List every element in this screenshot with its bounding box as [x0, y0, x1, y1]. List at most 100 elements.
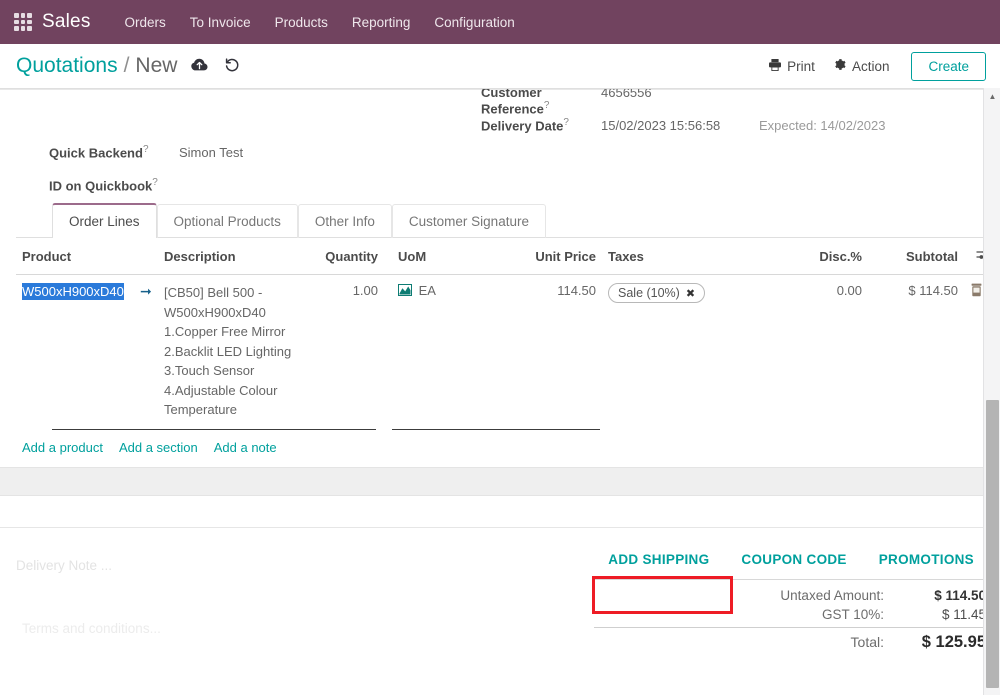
cell-unit-price[interactable]: 114.50	[506, 275, 602, 428]
footer-totals-panel: ADD SHIPPING COUPON CODE PROMOTIONS Unta…	[594, 542, 986, 654]
tab-optional-products[interactable]: Optional Products	[156, 204, 298, 238]
totals-block: Untaxed Amount: $ 114.50 GST 10%: $ 11.4…	[594, 578, 986, 654]
id-on-quickbook-label: ID on Quickbook	[49, 178, 153, 194]
add-a-product-link[interactable]: Add a product	[22, 440, 103, 455]
header-description[interactable]: Description	[158, 238, 306, 275]
add-a-note-link[interactable]: Add a note	[214, 440, 277, 455]
help-marker: ?	[142, 144, 149, 155]
sheet-footer: Delivery Note ... Terms and conditions..…	[0, 528, 1000, 654]
nav-item-orders[interactable]: Orders	[113, 9, 178, 36]
scrollbar-thumb[interactable]	[986, 400, 999, 688]
tax-badge[interactable]: Sale (10%) ✖	[608, 283, 706, 303]
table-footer-band	[0, 466, 1000, 496]
help-marker: ?	[152, 177, 158, 188]
header-unit-price[interactable]: Unit Price	[506, 238, 602, 275]
gst-value: $ 11.45	[941, 606, 986, 622]
product-input-selected-text[interactable]: W500xH900xD40	[22, 283, 124, 300]
action-label: Action	[851, 58, 890, 74]
tab-other-info[interactable]: Other Info	[297, 204, 392, 238]
cloud-upload-icon[interactable]	[191, 57, 208, 72]
help-marker: ?	[563, 117, 569, 128]
printer-icon	[768, 58, 782, 75]
header-subtotal[interactable]: Subtotal	[868, 238, 964, 275]
top-navbar: Sales Orders To Invoice Products Reporti…	[0, 0, 1000, 44]
uom-label: EA	[418, 283, 436, 298]
header-product[interactable]: Product	[16, 238, 134, 275]
cell-disc[interactable]: 0.00	[772, 275, 868, 428]
table-spacer-band	[0, 495, 1000, 528]
field-customer-reference: Customer Reference? 4656556	[481, 89, 652, 116]
action-button[interactable]: Action	[831, 54, 892, 79]
header-taxes[interactable]: Taxes	[602, 238, 772, 275]
help-marker: ?	[543, 100, 550, 111]
control-panel: Quotations / New Print Action Create	[0, 44, 1000, 89]
internal-link-arrow-icon[interactable]: ➞	[140, 283, 152, 299]
print-label: Print	[787, 58, 815, 74]
tab-customer-signature[interactable]: Customer Signature	[391, 204, 546, 238]
table-row[interactable]: W500xH900xD40 ➞ [CB50] Bell 500 - W500xH…	[16, 275, 992, 428]
notebook-tabs: Order Lines Optional Products Other Info…	[16, 203, 986, 238]
gear-icon	[833, 58, 847, 75]
delivery-note-placeholder[interactable]: Delivery Note ...	[16, 558, 594, 573]
remove-tax-icon[interactable]: ✖	[686, 287, 695, 300]
scroll-up-arrow-icon[interactable]: ▲	[984, 88, 1000, 104]
untaxed-amount-label: Untaxed Amount:	[780, 587, 884, 603]
app-brand-sales[interactable]: Sales	[42, 11, 91, 33]
customer-reference-value[interactable]: 4656556	[601, 89, 652, 100]
nav-item-configuration[interactable]: Configuration	[422, 9, 526, 36]
add-a-section-link[interactable]: Add a section	[119, 440, 198, 455]
header-quantity[interactable]: Quantity	[306, 238, 384, 275]
cell-internal-link[interactable]: ➞	[134, 275, 158, 428]
cell-description[interactable]: [CB50] Bell 500 - W500xH900xD40 1.Copper…	[158, 275, 306, 428]
cell-quantity[interactable]: 1.00	[306, 275, 384, 428]
promotions-button[interactable]: PROMOTIONS	[871, 548, 982, 571]
order-lines-body: W500xH900xD40 ➞ [CB50] Bell 500 - W500xH…	[16, 275, 992, 428]
nav-item-to-invoice[interactable]: To Invoice	[178, 9, 263, 36]
header-uom[interactable]: UoM	[384, 238, 506, 275]
table-header-row: Product Description Quantity UoM Unit Pr…	[16, 238, 992, 275]
quick-backend-value[interactable]: Simon Test	[179, 145, 243, 160]
coupon-code-button[interactable]: COUPON CODE	[733, 548, 854, 571]
tax-label: Sale (10%)	[618, 286, 680, 300]
breadcrumb-separator: /	[123, 54, 130, 77]
untaxed-amount-value: $ 114.50	[934, 587, 986, 603]
cell-uom[interactable]: EA	[384, 275, 506, 428]
tab-order-lines[interactable]: Order Lines	[52, 203, 157, 238]
cell-product[interactable]: W500xH900xD40	[16, 275, 134, 428]
vertical-scrollbar[interactable]: ▲	[983, 88, 1000, 695]
terms-placeholder[interactable]: Terms and conditions...	[16, 621, 594, 636]
promo-buttons: ADD SHIPPING COUPON CODE PROMOTIONS	[594, 542, 986, 579]
total-row-gst: GST 10%: $ 11.45	[594, 605, 986, 624]
field-id-on-quickbook: ID on Quickbook?	[49, 177, 179, 193]
gst-label: GST 10%:	[821, 606, 884, 622]
apps-grid-icon[interactable]	[14, 13, 32, 31]
field-quick-backend: Quick Backend? Simon Test	[49, 144, 243, 160]
form-sheet: Customer Reference? 4656556 Delivery Dat…	[0, 89, 1000, 467]
footer-notes: Delivery Note ... Terms and conditions..…	[16, 542, 594, 654]
nav-item-products[interactable]: Products	[263, 9, 340, 36]
description-text: [CB50] Bell 500 - W500xH900xD40 1.Copper…	[164, 285, 292, 417]
total-row-untaxed: Untaxed Amount: $ 114.50	[594, 586, 986, 605]
header-disc[interactable]: Disc.%	[772, 238, 868, 275]
total-row-grand: Total: $ 125.95	[594, 626, 986, 654]
print-button[interactable]: Print	[766, 54, 817, 79]
header-spacer	[134, 238, 158, 275]
delivery-date-label: Delivery Date	[481, 118, 564, 134]
inline-edit-underlines	[16, 428, 986, 430]
trash-icon[interactable]	[970, 283, 983, 300]
chart-icon	[398, 283, 415, 298]
delivery-date-value[interactable]: 15/02/2023 15:56:58	[601, 118, 759, 133]
field-delivery-date: Delivery Date? 15/02/2023 15:56:58 Expec…	[481, 117, 886, 133]
form-sheet-scroll-area: Customer Reference? 4656556 Delivery Dat…	[0, 89, 1000, 695]
description-field-underline	[52, 428, 376, 430]
add-shipping-button[interactable]: ADD SHIPPING	[600, 548, 717, 571]
cell-taxes[interactable]: Sale (10%) ✖	[602, 275, 772, 428]
total-value: $ 125.95	[921, 632, 986, 651]
undo-icon[interactable]	[224, 57, 240, 73]
order-lines-header: Product Description Quantity UoM Unit Pr…	[16, 238, 992, 275]
nav-item-reporting[interactable]: Reporting	[340, 9, 423, 36]
quick-backend-label: Quick Backend	[49, 145, 143, 161]
add-line-links: Add a product Add a section Add a note	[16, 430, 986, 467]
create-button[interactable]: Create	[911, 51, 986, 81]
breadcrumb-quotations[interactable]: Quotations	[16, 54, 118, 78]
